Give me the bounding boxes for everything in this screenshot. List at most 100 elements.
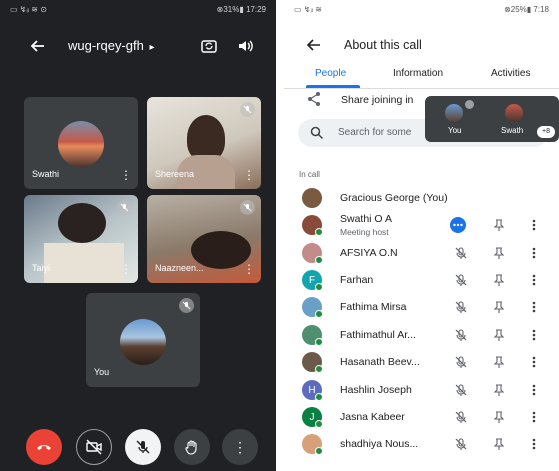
back-arrow-icon[interactable] [306, 37, 322, 53]
status-bar-left: ▭ ↯ᵢₗ ≋ ⊙ [10, 4, 47, 14]
participant-row[interactable]: Hasanath Beev... [284, 349, 559, 376]
participant-name: Naazneen... [155, 263, 204, 273]
more-options-icon[interactable]: ⋮ [243, 169, 255, 181]
more-options-icon[interactable]: ⋮ [120, 169, 132, 181]
avatar-initial: J [309, 411, 315, 423]
mic-off-icon[interactable] [454, 328, 468, 342]
online-status-dot [315, 365, 323, 373]
participant-tile[interactable]: Swathi ⋮ [24, 97, 138, 189]
share-icon[interactable] [306, 91, 322, 107]
participant-name: Gracious George (You) [340, 192, 448, 204]
status-bar-left: ▭ ↯ᵢₗ ≋ [294, 4, 322, 14]
pin-icon[interactable] [492, 328, 506, 342]
participant-row[interactable]: shadhiya Nous... [284, 431, 559, 458]
participant-name: AFSIYA O.N [340, 247, 398, 259]
share-joining-info-link[interactable]: Share joining in [341, 94, 413, 106]
more-options-icon[interactable] [527, 300, 541, 314]
pin-icon[interactable] [492, 218, 506, 232]
tabs-divider [284, 88, 559, 89]
camera-off-icon [86, 439, 102, 455]
more-options-icon[interactable] [527, 328, 541, 342]
tab-people[interactable]: People [315, 68, 346, 79]
pin-icon[interactable] [492, 300, 506, 314]
tab-activities[interactable]: Activities [491, 68, 530, 79]
participant-row[interactable]: Fathima Mirsa [284, 294, 559, 321]
participant-row[interactable]: AFSIYA O.N [284, 240, 559, 267]
avatar [505, 104, 523, 122]
more-options-icon[interactable] [527, 383, 541, 397]
meeting-code-button[interactable]: wug-rqey-gfh ▸ [68, 38, 155, 53]
online-status-dot [315, 228, 323, 236]
pin-icon[interactable] [492, 355, 506, 369]
participant-name: Hashlin Joseph [340, 384, 412, 396]
mic-off-icon [179, 298, 194, 313]
avatar [302, 243, 323, 264]
participant-row[interactable]: H Hashlin Joseph [284, 377, 559, 404]
more-options-icon[interactable]: ⋮ [120, 263, 132, 275]
chevron-right-icon: ▸ [149, 42, 155, 53]
participant-name: Swathi [32, 169, 60, 179]
mic-off-icon[interactable] [454, 273, 468, 287]
mic-off-icon[interactable] [454, 246, 468, 260]
online-status-dot [315, 420, 323, 428]
participant-name: Fathima Mirsa [340, 301, 407, 313]
participant-name: Farhan [340, 274, 374, 286]
mic-off-icon[interactable] [454, 383, 468, 397]
pip-count-badge: +8 [537, 126, 555, 138]
status-bar: ▭ ↯ᵢₗ ≋ ⊗25%▮ 7:18 [284, 0, 559, 18]
host-options-icon[interactable] [450, 217, 466, 233]
avatar [302, 352, 323, 373]
participant-tile[interactable]: Naazneen... ⋮ [147, 195, 261, 283]
avatar [302, 297, 323, 318]
mic-off-icon [240, 102, 255, 117]
pin-icon[interactable] [492, 273, 506, 287]
avatar [445, 104, 463, 122]
more-options-icon[interactable] [527, 410, 541, 424]
participant-row[interactable]: Gracious George (You) [284, 185, 559, 212]
more-options-icon[interactable] [527, 218, 541, 232]
switch-camera-icon[interactable] [200, 37, 218, 55]
pin-icon[interactable] [492, 437, 506, 451]
avatar [302, 325, 323, 346]
mic-off-icon[interactable] [454, 300, 468, 314]
online-status-dot [315, 310, 323, 318]
back-arrow-icon[interactable] [30, 38, 46, 54]
pin-icon[interactable] [492, 410, 506, 424]
more-options-icon[interactable] [527, 437, 541, 451]
more-options-icon[interactable] [527, 355, 541, 369]
pin-icon[interactable] [492, 383, 506, 397]
raise-hand-button[interactable] [174, 429, 210, 465]
online-status-dot [315, 283, 323, 291]
more-options-icon[interactable]: ⋮ [243, 263, 255, 275]
participant-row[interactable]: Swathi O A Meeting host [284, 212, 559, 239]
online-status-dot [315, 393, 323, 401]
end-call-button[interactable] [26, 429, 62, 465]
more-options-button[interactable]: ⋮ [222, 429, 258, 465]
mic-toggle-button[interactable] [125, 429, 161, 465]
more-options-icon[interactable] [527, 273, 541, 287]
participant-row[interactable]: J Jasna Kabeer [284, 404, 559, 431]
participant-row[interactable]: F Farhan [284, 267, 559, 294]
self-tile[interactable]: You [86, 293, 200, 387]
tab-information[interactable]: Information [393, 68, 443, 79]
mic-off-icon[interactable] [454, 410, 468, 424]
participant-row[interactable]: Fathimathul Ar... [284, 322, 559, 349]
more-options-icon[interactable] [527, 246, 541, 260]
speaker-icon[interactable] [236, 37, 254, 55]
online-status-dot [315, 447, 323, 455]
mic-off-icon[interactable] [454, 355, 468, 369]
participant-name: Jasna Kabeer [340, 411, 405, 423]
avatar: J [302, 407, 323, 428]
participant-name: Shereena [155, 169, 195, 179]
participant-tile[interactable]: Taiyi ⋮ [24, 195, 138, 283]
participant-name: Fathimathul Ar... [340, 329, 416, 341]
participant-tile[interactable]: Shereena ⋮ [147, 97, 261, 189]
picture-in-picture-overlay[interactable]: You Swath +8 [425, 96, 559, 142]
mic-off-icon[interactable] [454, 437, 468, 451]
avatar [302, 215, 323, 236]
participant-name: You [94, 367, 110, 377]
avatar [120, 319, 166, 365]
hand-icon [185, 440, 197, 455]
camera-toggle-button[interactable] [76, 429, 112, 465]
pin-icon[interactable] [492, 246, 506, 260]
